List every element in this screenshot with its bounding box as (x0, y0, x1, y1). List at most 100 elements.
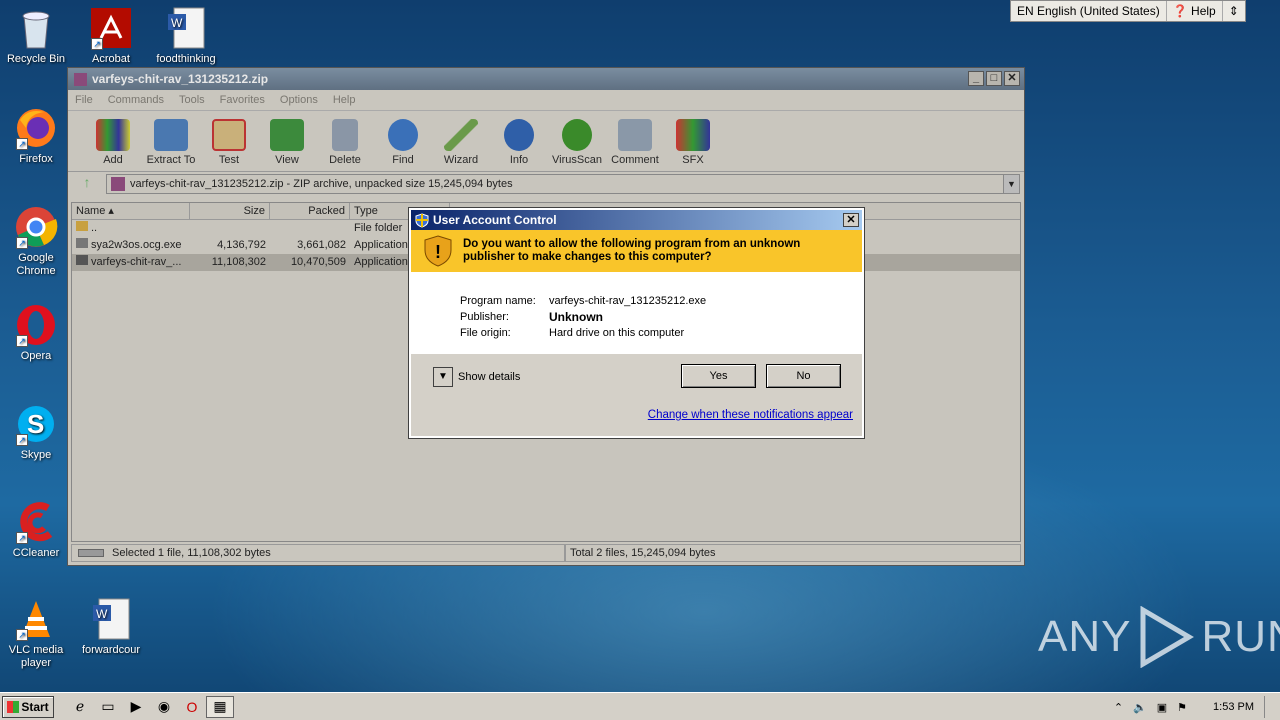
address-text: varfeys-chit-rav_131235212.zip - ZIP arc… (130, 178, 513, 190)
row-name: varfeys-chit-rav_... (91, 256, 182, 268)
magnifier-icon (388, 119, 418, 151)
toolbar-label: Find (392, 154, 414, 166)
acrobat-shortcut[interactable]: ↗ Acrobat (75, 6, 147, 66)
system-tray: ⌃ 🔈 ▣ ⚑ 1:53 PM (1114, 696, 1274, 718)
language-indicator[interactable]: EN English (United States) (1011, 1, 1167, 21)
tray-arrow-icon[interactable]: ⌃ (1114, 701, 1123, 714)
toolbar-label: Extract To (146, 154, 196, 166)
show-desktop-button[interactable] (1264, 696, 1274, 718)
ccleaner-icon: ↗ (14, 500, 58, 544)
wizard-button[interactable]: Wizard (432, 119, 490, 171)
publisher-label: Publisher: (460, 311, 509, 323)
forwardcour-shortcut[interactable]: W forwardcour (75, 597, 147, 657)
ccleaner-shortcut[interactable]: ↗ CCleaner (0, 500, 72, 560)
minimize-button[interactable]: _ (968, 71, 984, 86)
close-button[interactable]: ✕ (843, 213, 859, 227)
address-field[interactable]: varfeys-chit-rav_131235212.zip - ZIP arc… (106, 174, 1020, 194)
uac-warning-banner: ! Do you want to allow the following pro… (411, 230, 862, 272)
winrar-titlebar[interactable]: varfeys-chit-rav_131235212.zip _ □ ✕ (68, 68, 1024, 90)
yes-button[interactable]: Yes (681, 364, 756, 388)
info-button[interactable]: Info (490, 119, 548, 171)
wand-icon (444, 119, 478, 151)
skype-icon: S ↗ (14, 402, 58, 446)
extract-to-button[interactable]: Extract To (142, 119, 200, 171)
ie-taskbar-icon[interactable]: ℯ (66, 696, 94, 718)
column-size[interactable]: Size (190, 203, 270, 219)
recycle-bin-shortcut[interactable]: Recycle Bin (0, 6, 72, 66)
toolbar: Add Extract To Test View Delete Find Wiz… (68, 110, 1024, 172)
maximize-button[interactable]: □ (986, 71, 1002, 86)
uac-title: User Account Control (433, 213, 557, 227)
watermark-text-right: RUN (1201, 612, 1280, 661)
flag-icon[interactable]: ⚑ (1177, 701, 1187, 714)
uac-titlebar[interactable]: User Account Control ✕ (411, 210, 862, 230)
virusscan-button[interactable]: VirusScan (548, 119, 606, 171)
uac-program-info: Program name: varfeys-chit-rav_131235212.… (411, 272, 862, 354)
chevron-down-icon[interactable]: ▼ (1003, 175, 1019, 193)
column-packed[interactable]: Packed (270, 203, 350, 219)
chrome-taskbar-icon[interactable]: ◉ (150, 696, 178, 718)
no-button[interactable]: No (766, 364, 841, 388)
info-icon (504, 119, 534, 151)
toolbar-label: Add (103, 154, 123, 166)
add-icon (96, 119, 130, 151)
langbar-options-icon[interactable]: ⇕ (1223, 1, 1245, 21)
folder-icon (154, 119, 188, 151)
sort-up-icon: ▴ (108, 205, 114, 217)
opera-shortcut[interactable]: ↗ Opera (0, 303, 72, 363)
menu-commands[interactable]: Commands (108, 94, 164, 106)
row-size (190, 220, 270, 237)
volume-icon[interactable]: 🔈 (1133, 701, 1147, 714)
view-button[interactable]: View (258, 119, 316, 171)
menu-favorites[interactable]: Favorites (220, 94, 265, 106)
exe-file-icon (76, 238, 88, 248)
anyrun-watermark: ANY RUN (1038, 606, 1280, 668)
menu-options[interactable]: Options (280, 94, 318, 106)
comment-button[interactable]: Comment (606, 119, 664, 171)
desktop-icon-label: Firefox (19, 153, 53, 165)
language-bar: EN English (United States) ❓ Help ⇕ (1010, 0, 1246, 22)
menu-file[interactable]: File (75, 94, 93, 106)
explorer-taskbar-icon[interactable]: ▭ (94, 696, 122, 718)
windows-logo-icon (7, 700, 20, 713)
sfx-icon (676, 119, 710, 151)
uac-footer: ▼ Show details Yes No Change when these … (411, 354, 862, 438)
add-button[interactable]: Add (84, 119, 142, 171)
watermark-text-left: ANY (1038, 612, 1132, 661)
sfx-button[interactable]: SFX (664, 119, 722, 171)
comment-icon (618, 119, 652, 151)
test-button[interactable]: Test (200, 119, 258, 171)
find-button[interactable]: Find (374, 119, 432, 171)
opera-taskbar-icon[interactable]: O (178, 696, 206, 718)
network-icon[interactable]: ▣ (1157, 701, 1167, 714)
chrome-shortcut[interactable]: ↗ Google Chrome (0, 205, 72, 278)
media-player-taskbar-icon[interactable]: ▶ (122, 696, 150, 718)
help-button[interactable]: ❓ Help (1167, 1, 1223, 21)
recycle-bin-icon (14, 6, 58, 50)
menu-tools[interactable]: Tools (179, 94, 205, 106)
status-left-text: Selected 1 file, 11,108,302 bytes (112, 547, 271, 559)
warning-shield-icon: ! (424, 235, 452, 267)
foodthinking-shortcut[interactable]: W foodthinking (150, 6, 222, 66)
skype-shortcut[interactable]: S ↗ Skype (0, 402, 72, 462)
vlc-shortcut[interactable]: ↗ VLC media player (0, 597, 72, 670)
acrobat-icon: ↗ (89, 6, 133, 50)
column-name[interactable]: Name ▴ (72, 203, 190, 219)
start-button[interactable]: Start (2, 695, 54, 718)
winrar-taskbar-icon[interactable]: ▦ (206, 695, 234, 718)
close-button[interactable]: ✕ (1004, 71, 1020, 86)
firefox-shortcut[interactable]: ↗ Firefox (0, 106, 72, 166)
program-name-value: varfeys-chit-rav_131235212.exe (549, 295, 707, 307)
exe-file-icon (76, 255, 88, 265)
menu-help[interactable]: Help (333, 94, 356, 106)
delete-button[interactable]: Delete (316, 119, 374, 171)
show-details-toggle[interactable]: ▼ Show details (433, 367, 520, 387)
change-notifications-link[interactable]: Change when these notifications appear (648, 409, 853, 421)
up-arrow-icon[interactable]: ↑ (72, 174, 102, 194)
uac-dialog: User Account Control ✕ ! Do you want to … (408, 207, 865, 439)
chrome-icon: ↗ (14, 205, 58, 249)
clock[interactable]: 1:53 PM (1213, 701, 1254, 713)
start-label: Start (21, 699, 49, 714)
virus-icon (562, 119, 592, 151)
toolbar-label: VirusScan (552, 154, 602, 166)
